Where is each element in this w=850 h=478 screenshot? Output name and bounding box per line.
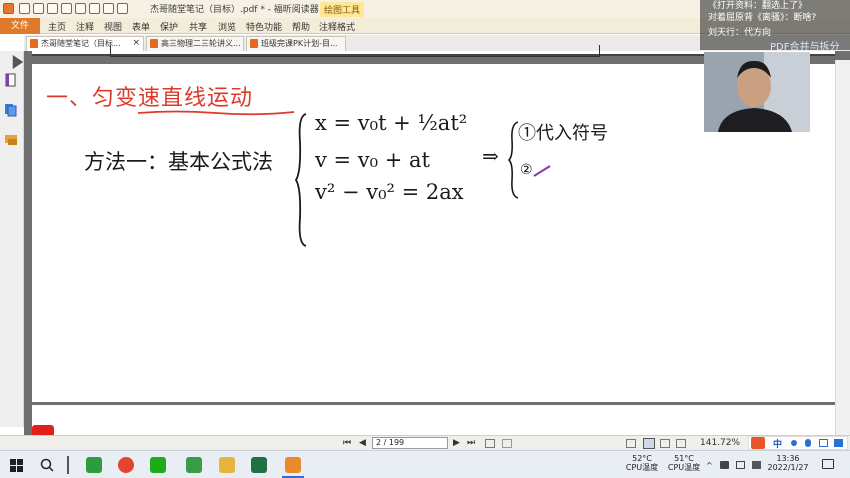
cpu-temp-2: 51°C CPU温度 [666, 454, 702, 472]
expand-arrow-icon[interactable] [11, 55, 25, 69]
pdf-reader-window: 杰哥随堂笔记（目标）.pdf * - 福昕阅读器 绘图工具 文件 主页 注释 视… [0, 0, 850, 478]
ime-tray-icon[interactable] [752, 461, 761, 469]
chat-message: 对着屈原背《离骚》：断啥? [708, 13, 817, 23]
notification-icon[interactable] [822, 459, 834, 469]
vertical-scrollbar[interactable] [835, 60, 850, 435]
excel-icon[interactable] [251, 457, 267, 473]
microphone-icon[interactable] [805, 439, 811, 447]
previous-page-button[interactable]: ◀ [359, 438, 366, 448]
windows-start-icon[interactable] [10, 459, 23, 472]
open-icon[interactable] [19, 3, 30, 14]
facing-view-icon[interactable] [660, 439, 670, 448]
input-method-bar: 中 [748, 436, 848, 450]
menu-features[interactable]: 特色功能 [246, 20, 282, 33]
menu-protect[interactable]: 保护 [160, 20, 178, 33]
tray-expand-icon[interactable]: ^ [706, 461, 713, 470]
menu-home[interactable]: 主页 [48, 20, 66, 33]
left-brace [294, 113, 307, 247]
page-number-input[interactable]: 2 / 199 [372, 437, 448, 449]
first-page-button[interactable]: ⏮ [343, 438, 351, 448]
drawing-tools-tab[interactable]: 绘图工具 [320, 2, 365, 17]
continuous-facing-view-icon[interactable] [676, 439, 686, 448]
menu-comment[interactable]: 注释 [76, 20, 94, 33]
ime-language[interactable]: 中 [773, 437, 782, 450]
file-explorer-icon[interactable] [219, 457, 235, 473]
sogou-logo-icon[interactable] [751, 437, 765, 449]
menu-view[interactable]: 视图 [104, 20, 122, 33]
layers-icon[interactable] [4, 103, 18, 117]
menu-help[interactable]: 帮助 [292, 20, 310, 33]
tab-label: 杰哥随堂笔记（目标... [41, 39, 121, 48]
file-menu[interactable]: 文件 [0, 18, 40, 34]
keyboard-icon[interactable] [819, 439, 828, 447]
pdf-icon [30, 39, 38, 48]
taskbar-divider [67, 456, 69, 474]
next-page-button[interactable]: ▶ [453, 438, 460, 448]
save-icon[interactable] [33, 3, 44, 14]
menu-browse[interactable]: 浏览 [218, 20, 236, 33]
person-silhouette-icon [704, 52, 810, 132]
cpu-temp-2-label: CPU温度 [667, 463, 701, 472]
foxit-reader-icon[interactable] [285, 457, 301, 473]
mail-icon[interactable] [61, 3, 72, 14]
volume-icon[interactable] [736, 461, 745, 469]
page-box-outline [110, 45, 600, 57]
chrome-icon[interactable] [118, 457, 134, 473]
undo-icon[interactable] [89, 3, 100, 14]
print-icon[interactable] [47, 3, 58, 14]
comments-icon[interactable] [4, 133, 18, 147]
clock[interactable]: 13:36 2022/1/27 [766, 454, 810, 472]
next-page [32, 405, 835, 435]
pdf-merge-button[interactable]: PDF合并与拆分 [770, 38, 839, 53]
cpu-temp-1: 52°C CPU温度 [624, 454, 660, 472]
equation-displacement: x = v₀t + ½at² [315, 111, 468, 135]
heading-underline [137, 110, 295, 116]
method-title: 方法一：基本公式法 [84, 150, 273, 174]
menu-share[interactable]: 共享 [189, 20, 207, 33]
windows-taskbar: 52°C CPU温度 51°C CPU温度 ^ 13:36 2022/1/27 [0, 450, 850, 478]
single-page-view-icon[interactable] [626, 439, 636, 448]
app-logo-icon [3, 3, 14, 14]
paste-page-icon[interactable] [502, 439, 512, 448]
clock-date: 2022/1/27 [767, 463, 809, 472]
search-icon[interactable] [40, 458, 54, 472]
chat-message: 刘天行：代方向 [708, 28, 772, 38]
ime-menu-icon[interactable] [834, 439, 843, 447]
zoom-level[interactable]: 141.72% [700, 438, 740, 448]
hand-icon[interactable] [75, 3, 86, 14]
network-icon[interactable] [720, 461, 729, 469]
cpu-temp-1-value: 52°C [632, 454, 652, 463]
menu-form[interactable]: 表单 [132, 20, 150, 33]
copy-page-icon[interactable] [485, 439, 495, 448]
menu-comment-format[interactable]: 注释格式 [319, 20, 355, 33]
equation-velocity-displacement: v² − v₀² = 2ax [315, 180, 464, 204]
result-second: ② [520, 162, 533, 178]
select-icon[interactable] [117, 3, 128, 14]
redo-icon[interactable] [103, 3, 114, 14]
navigation-panel [0, 51, 24, 427]
cpu-temp-1-label: CPU温度 [625, 463, 659, 472]
video-app-icon[interactable] [186, 457, 202, 473]
window-title: 杰哥随堂笔记（目标）.pdf * - 福昕阅读器 [150, 5, 319, 15]
pen-cursor-icon [533, 165, 551, 177]
clock-time: 13:36 [776, 454, 800, 463]
result-substitute-signs: ①代入符号 [518, 123, 608, 144]
last-page-button[interactable]: ⏭ [467, 438, 475, 448]
status-bar: ⏮ ◀ 2 / 199 ▶ ⏭ 141.72% [0, 435, 850, 450]
equation-velocity: v = v₀ + at [315, 148, 430, 172]
punctuation-icon[interactable] [791, 440, 797, 446]
teacher-webcam [704, 52, 810, 132]
implies-arrow: ⇒ [482, 144, 499, 168]
wechat-icon[interactable] [150, 457, 166, 473]
pages-icon[interactable] [4, 73, 18, 87]
continuous-view-icon[interactable] [643, 438, 655, 449]
cpu-temp-2-value: 51°C [674, 454, 694, 463]
browser-icon[interactable] [86, 457, 102, 473]
